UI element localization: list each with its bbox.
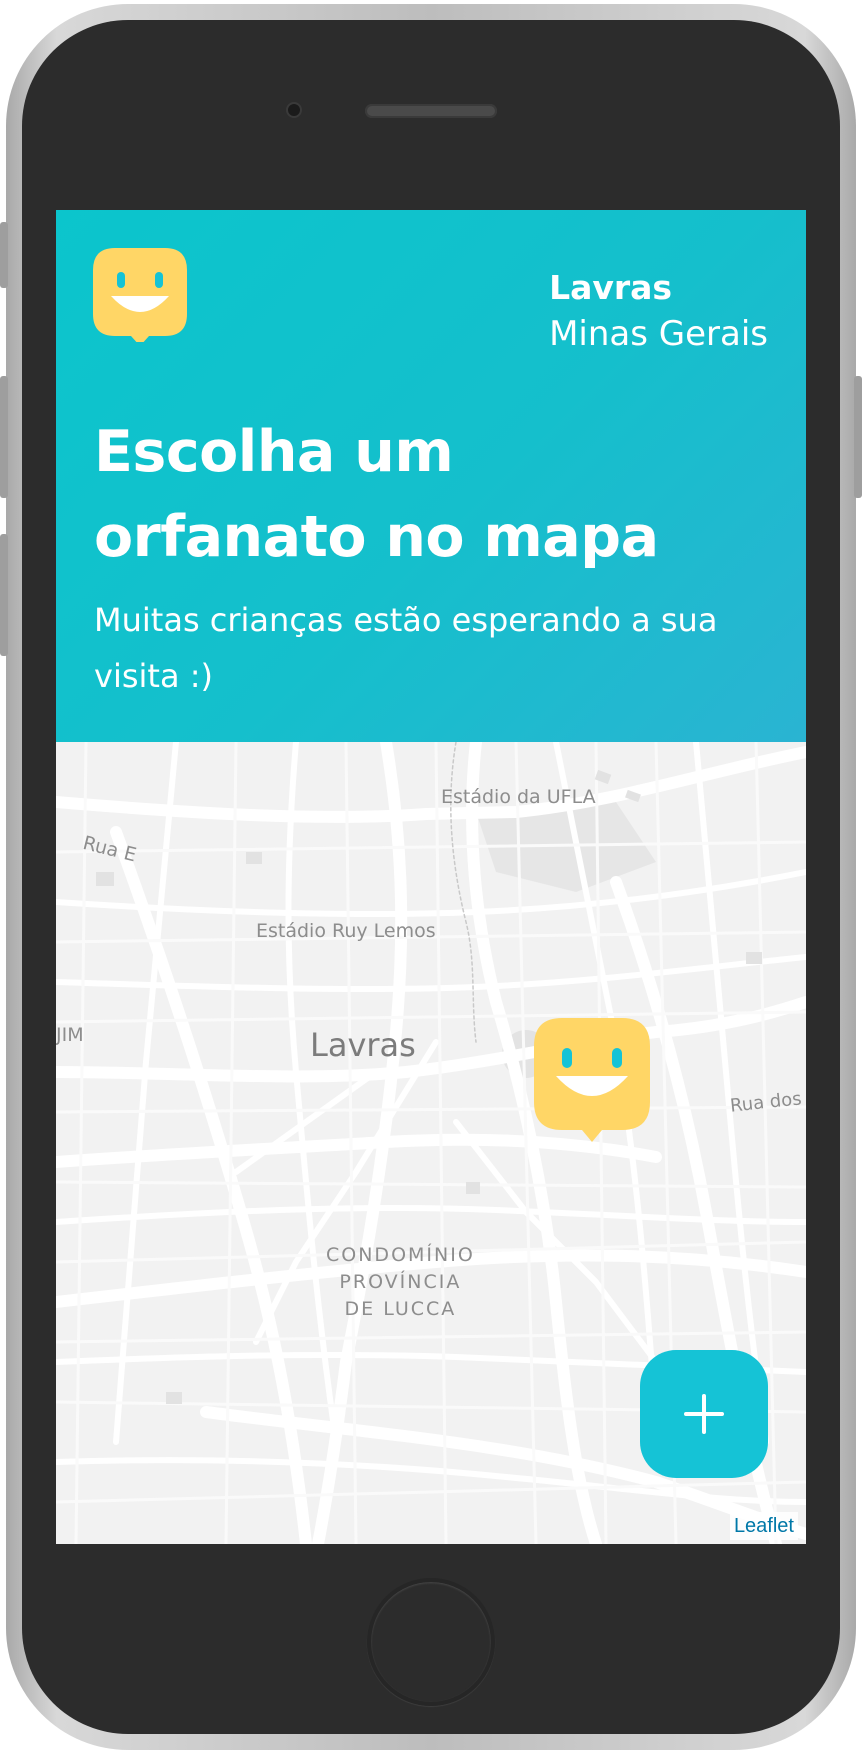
map-label-estadio-ufla: Estádio da UFLA xyxy=(441,786,596,808)
happy-logo-icon xyxy=(93,248,187,342)
map-label-jim: JIM xyxy=(56,1024,84,1046)
earpiece-speaker xyxy=(365,104,497,118)
page-title-line-2: orfanato no mapa xyxy=(94,504,659,570)
page-title-line-1: Escolha um xyxy=(94,419,454,485)
map-label-lavras: Lavras xyxy=(310,1026,416,1064)
plus-icon xyxy=(684,1394,724,1434)
location-state: Minas Gerais xyxy=(549,314,768,354)
orphanage-marker-icon[interactable] xyxy=(534,1018,650,1152)
map-label-condominio: CONDOMÍNIO PROVÍNCIA DE LUCCA xyxy=(326,1242,475,1323)
location-info: Lavras Minas Gerais xyxy=(549,268,768,360)
page-subtitle: Muitas crianças estão esperando a sua vi… xyxy=(94,601,718,695)
map-attribution[interactable]: Leaflet xyxy=(729,1512,798,1540)
leaflet-link[interactable]: Leaflet xyxy=(734,1515,794,1537)
volume-up-button xyxy=(0,376,8,498)
power-button xyxy=(854,376,862,498)
mute-switch xyxy=(0,222,8,288)
map-label-condominio-line-3: DE LUCCA xyxy=(344,1298,457,1320)
map-label-estadio-ruy-lemos: Estádio Ruy Lemos xyxy=(256,920,436,942)
volume-down-button xyxy=(0,534,8,656)
create-orphanage-button[interactable] xyxy=(640,1350,768,1478)
app-screen: Lavras Minas Gerais Escolha um orfanato … xyxy=(56,210,806,1544)
page-header: Lavras Minas Gerais Escolha um orfanato … xyxy=(56,210,806,742)
location-city: Lavras xyxy=(549,268,673,307)
map-label-condominio-line-2: PROVÍNCIA xyxy=(339,1271,462,1293)
page-title: Escolha um orfanato no mapa xyxy=(94,410,659,580)
home-button[interactable] xyxy=(367,1578,495,1706)
front-camera xyxy=(286,102,302,118)
map-label-condominio-line-1: CONDOMÍNIO xyxy=(326,1244,475,1266)
